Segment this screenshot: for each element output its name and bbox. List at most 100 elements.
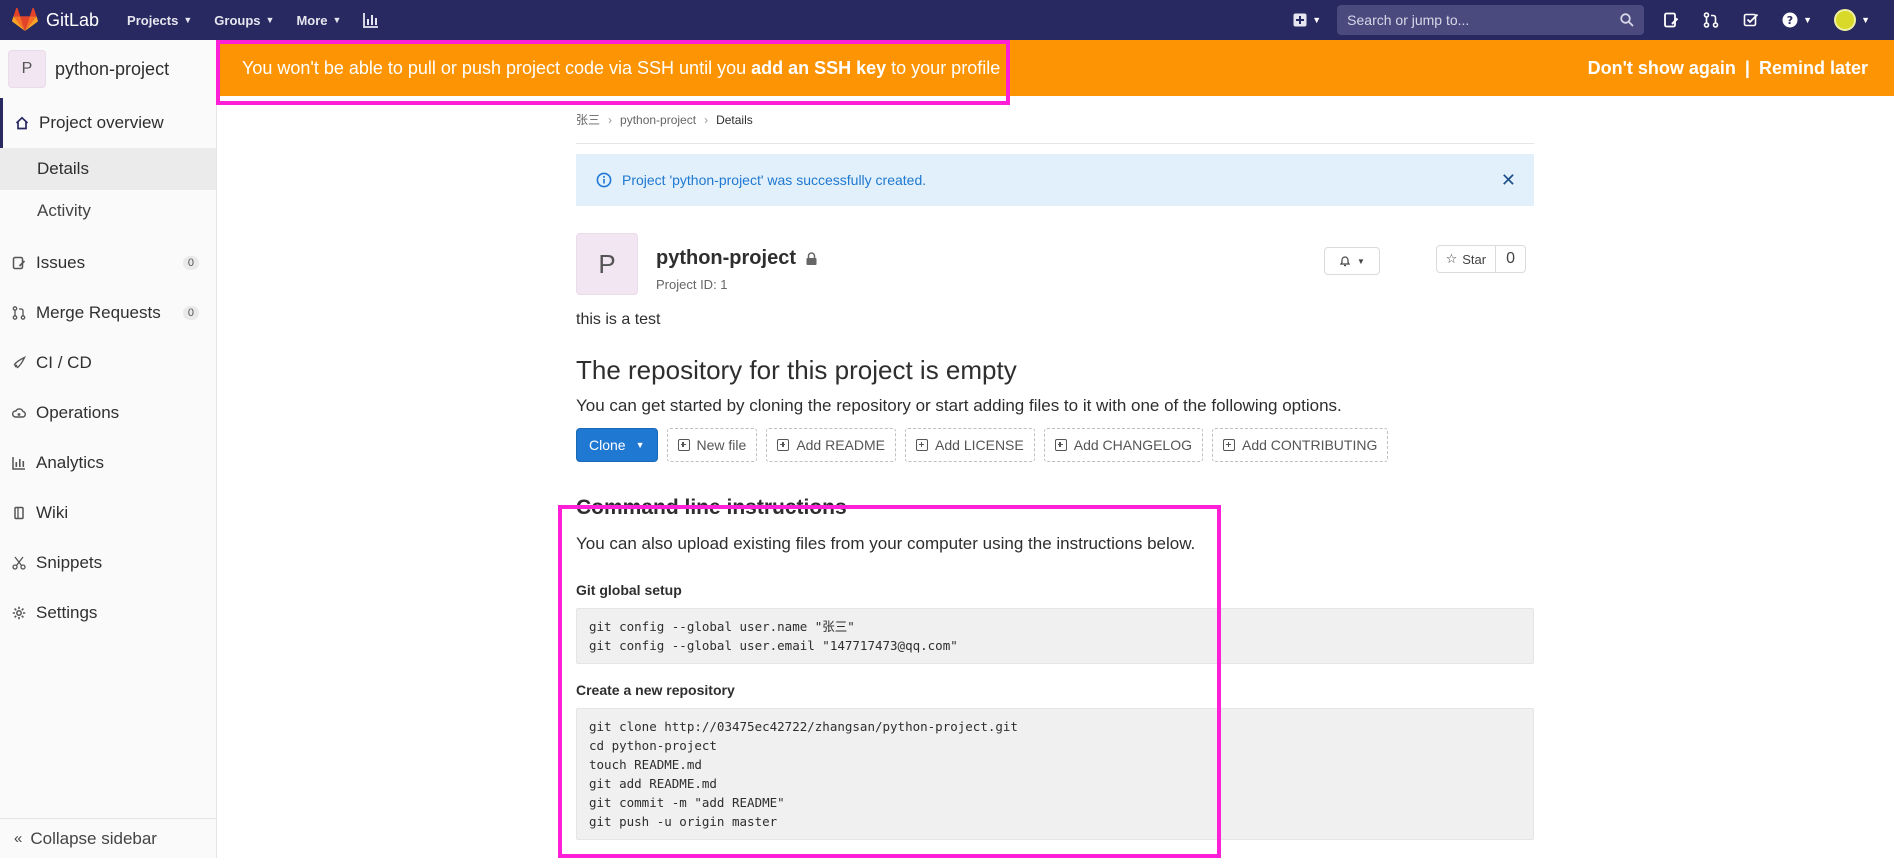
sidebar-item-operations[interactable]: Operations [0,388,216,438]
gitlab-tanuki-icon [12,8,38,31]
sidebar-item-wiki[interactable]: Wiki [0,488,216,538]
create-repo-code[interactable]: git clone http://03475ec42722/zhangsan/p… [576,708,1534,840]
gitlab-logo[interactable]: GitLab [12,8,99,32]
sidebar-item-merge-requests[interactable]: Merge Requests 0 [0,288,216,338]
sidebar-item-snippets[interactable]: Snippets [0,538,216,588]
sidebar-item-label: Merge Requests [36,303,161,322]
sidebar-item-label: Issues [36,253,86,272]
add-contributing-button[interactable]: Add CONTRIBUTING [1212,428,1389,462]
git-global-setup-heading: Git global setup [576,582,682,598]
sidebar-subitem-details[interactable]: Details [0,148,216,190]
sidebar-item-ci-cd[interactable]: CI / CD [0,338,216,388]
close-icon[interactable]: ✕ [1501,170,1516,191]
sidebar-item-label: Analytics [36,453,105,472]
scissors-icon [12,556,28,570]
sidebar-item-issues[interactable]: Issues 0 [0,238,216,288]
info-circle-icon [596,172,612,188]
git-global-setup-code[interactable]: git config --global user.name "张三" git c… [576,608,1534,664]
user-menu[interactable]: ▼ [1834,9,1870,31]
collapse-sidebar-button[interactable]: « Collapse sidebar [0,818,216,858]
sidebar-item-label: Project overview [39,113,164,132]
ssh-banner-actions: Don't show again | Remind later [1588,58,1868,79]
notification-settings-button[interactable]: ▼ [1324,247,1380,275]
clone-dropdown-button[interactable]: Clone ▼ [576,428,658,462]
nav-more-label: More [296,12,328,28]
activity-chart-icon[interactable] [363,12,379,28]
issues-icon[interactable] [1662,11,1680,29]
navbar-right: ▼ ? ▼ ▼ [1293,0,1894,40]
remind-later-link[interactable]: Remind later [1759,58,1868,78]
sidebar-item-label: Operations [36,403,120,422]
sidebar-item-label: Snippets [36,553,103,572]
add-ssh-key-link[interactable]: add an SSH key [751,58,886,78]
todo-icon[interactable] [1742,11,1760,29]
avatar [1834,9,1857,31]
project-name: python-project [656,247,796,269]
add-readme-label: Add README [796,437,886,453]
add-license-label: Add LICENSE [935,437,1024,453]
nav-projects-label: Projects [127,12,179,28]
ssh-warning-message: You won't be able to pull or push projec… [242,58,1000,79]
search-box[interactable] [1337,5,1645,35]
sidebar-project-header[interactable]: P python-project [0,40,216,98]
breadcrumb-current[interactable]: Details [716,113,753,127]
project-avatar-large: P [576,233,638,295]
project-description: this is a test [576,311,661,328]
nav-more[interactable]: More ▼ [296,12,341,28]
nav-groups-label: Groups [214,12,261,28]
sidebar-subitem-label: Activity [37,201,91,220]
chevron-down-icon: ▼ [332,15,342,25]
star-icon: ☆ [1445,251,1458,266]
star-count[interactable]: 0 [1496,245,1526,273]
lock-icon [806,252,817,265]
chevron-down-icon: ▼ [265,15,275,25]
issues-icon [12,256,28,270]
main-content: 张三 › python-project › Details Project 'p… [576,96,1534,840]
empty-repo-subtext: You can get started by cloning the repos… [576,396,1342,415]
rocket-icon [12,356,28,370]
plus-square-icon [1293,13,1307,27]
plus-square-icon [1054,439,1067,451]
sidebar-subitem-activity[interactable]: Activity [0,190,216,232]
create-repo-heading: Create a new repository [576,682,735,698]
help-dropdown[interactable]: ? ▼ [1782,12,1812,28]
new-dropdown-button[interactable]: ▼ [1293,13,1321,27]
nav-projects[interactable]: Projects ▼ [127,12,192,28]
sidebar-item-settings[interactable]: Settings [0,588,216,638]
nav-menu: Projects ▼ Groups ▼ More ▼ [127,12,379,28]
sidebar-item-analytics[interactable]: Analytics [0,438,216,488]
add-readme-button[interactable]: Add README [766,428,897,462]
issues-count-badge: 0 [182,256,199,270]
new-file-button[interactable]: New file [666,428,758,462]
breadcrumb-project-link[interactable]: python-project [620,113,696,127]
search-input[interactable] [1347,12,1608,28]
add-license-button[interactable]: Add LICENSE [905,428,1035,462]
flash-notice: Project 'python-project' was successfull… [576,154,1534,206]
sidebar-item-label: CI / CD [36,353,92,372]
empty-repo-heading: The repository for this project is empty [576,355,1017,385]
project-sidebar: P python-project Project overview Detail… [0,40,217,858]
cli-heading: Command line instructions [576,496,847,519]
book-icon [12,506,28,520]
breadcrumb: 张三 › python-project › Details [576,96,1534,144]
add-changelog-button[interactable]: Add CHANGELOG [1043,428,1203,462]
breadcrumb-namespace-link[interactable]: 张三 [576,111,600,128]
search-icon [1620,13,1634,27]
merge-request-icon[interactable] [1702,11,1720,29]
star-button[interactable]: ☆ Star [1435,245,1497,273]
chevron-down-icon: ▼ [635,440,645,450]
sidebar-item-label: Wiki [36,503,69,522]
plus-square-icon [677,439,690,451]
merge-requests-count-badge: 0 [182,306,199,320]
actions-separator: | [1744,57,1750,78]
flash-message: Project 'python-project' was successfull… [622,172,927,188]
breadcrumb-separator: › [704,112,709,127]
home-icon [15,116,31,130]
project-avatar: P [8,50,46,88]
cloud-gear-icon [12,406,28,420]
nav-groups[interactable]: Groups ▼ [214,12,274,28]
sidebar-item-project-overview[interactable]: Project overview [0,98,216,148]
svg-text:?: ? [1787,14,1793,27]
add-contributing-label: Add CONTRIBUTING [1242,437,1378,453]
dont-show-again-link[interactable]: Don't show again [1588,58,1736,78]
